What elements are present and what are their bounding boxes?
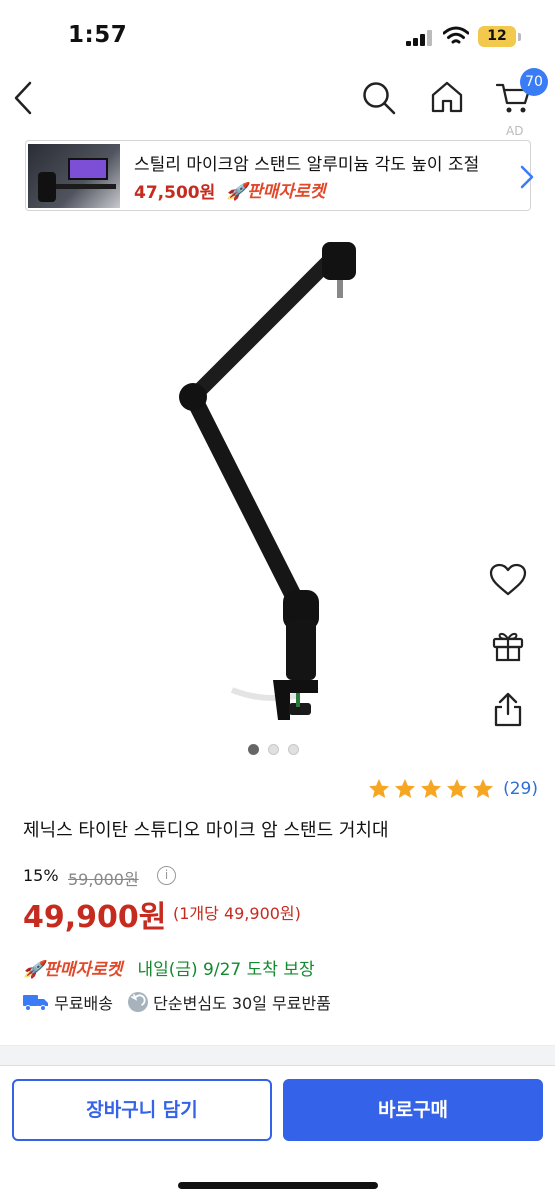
wifi-icon [443, 26, 469, 44]
original-price: 59,000원 [68, 870, 139, 889]
battery-tip [518, 33, 521, 41]
unit-price: (1개당 49,900원) [173, 904, 301, 923]
home-icon[interactable] [430, 80, 464, 114]
ad-title: 스틸리 마이크암 스탠드 알루미늄 각도 높이 조절 [134, 155, 480, 175]
home-indicator [178, 1182, 378, 1189]
battery-indicator: 12 [478, 26, 516, 47]
shipping-perks: 무료배송 단순변심도 30일 무료반품 [23, 990, 331, 1014]
image-pagination [248, 740, 308, 759]
review-count[interactable]: (29) [503, 779, 538, 799]
pagination-dot[interactable] [268, 744, 279, 755]
sale-price: 49,900원 [23, 900, 167, 935]
cart-count-badge: 70 [520, 68, 548, 96]
arm-middle-joint [179, 383, 207, 411]
product-name: 제닉스 타이탄 스튜디오 마이크 암 스탠드 거치대 [23, 820, 389, 841]
share-icon[interactable] [492, 692, 524, 728]
rating[interactable]: (29) [368, 778, 538, 802]
discount-rate: 15% [23, 866, 59, 885]
cellular-signal-icon [406, 30, 432, 46]
arm-base-post [286, 620, 316, 680]
arm-upper [185, 247, 343, 405]
info-icon[interactable]: i [157, 866, 176, 885]
ad-mark: AD [506, 124, 524, 138]
delivery-info: 🚀판매자로켓 내일(금) 9/27 도착 보장 [23, 955, 315, 980]
pagination-dot[interactable] [248, 744, 259, 755]
star-rating-icon [369, 779, 493, 798]
section-divider [0, 1045, 555, 1065]
ad-rocket-badge: 🚀판매자로켓 [226, 182, 326, 202]
thumbnail-monitor [68, 158, 108, 180]
ad-banner[interactable]: 스틸리 마이크암 스탠드 알루미늄 각도 높이 조절 47,500원 🚀판매자로… [25, 140, 534, 211]
arrival-guarantee: 내일(금) 9/27 도착 보장 [137, 960, 315, 980]
clamp-screw [296, 693, 300, 707]
arm-head-joint [322, 242, 356, 280]
back-icon[interactable] [12, 80, 34, 116]
ad-price: 47,500원 [134, 183, 216, 203]
truck-icon [23, 995, 48, 1011]
status-bar: 1:57 12 [0, 0, 555, 70]
thumbnail-chair [38, 172, 56, 202]
mic-screw-mount [337, 280, 343, 298]
arm-lower [184, 388, 307, 614]
heart-icon[interactable] [489, 563, 527, 597]
ad-thumbnail [28, 144, 120, 208]
search-icon[interactable] [361, 80, 397, 116]
status-time: 1:57 [68, 22, 128, 48]
free-return-label: 단순변심도 30일 무료반품 [153, 994, 331, 1013]
pagination-dot[interactable] [288, 744, 299, 755]
top-nav [0, 70, 555, 128]
product-image[interactable] [0, 225, 555, 745]
bottom-action-bar: 장바구니 담기 바로구매 [0, 1065, 555, 1200]
chevron-right-icon [520, 165, 534, 189]
add-to-cart-button[interactable]: 장바구니 담기 [12, 1079, 272, 1141]
rocket-badge: 🚀판매자로켓 [23, 960, 123, 980]
gift-icon[interactable] [491, 628, 525, 662]
return-icon [128, 992, 149, 1012]
buy-now-button[interactable]: 바로구매 [283, 1079, 543, 1141]
free-shipping-label: 무료배송 [54, 994, 113, 1013]
